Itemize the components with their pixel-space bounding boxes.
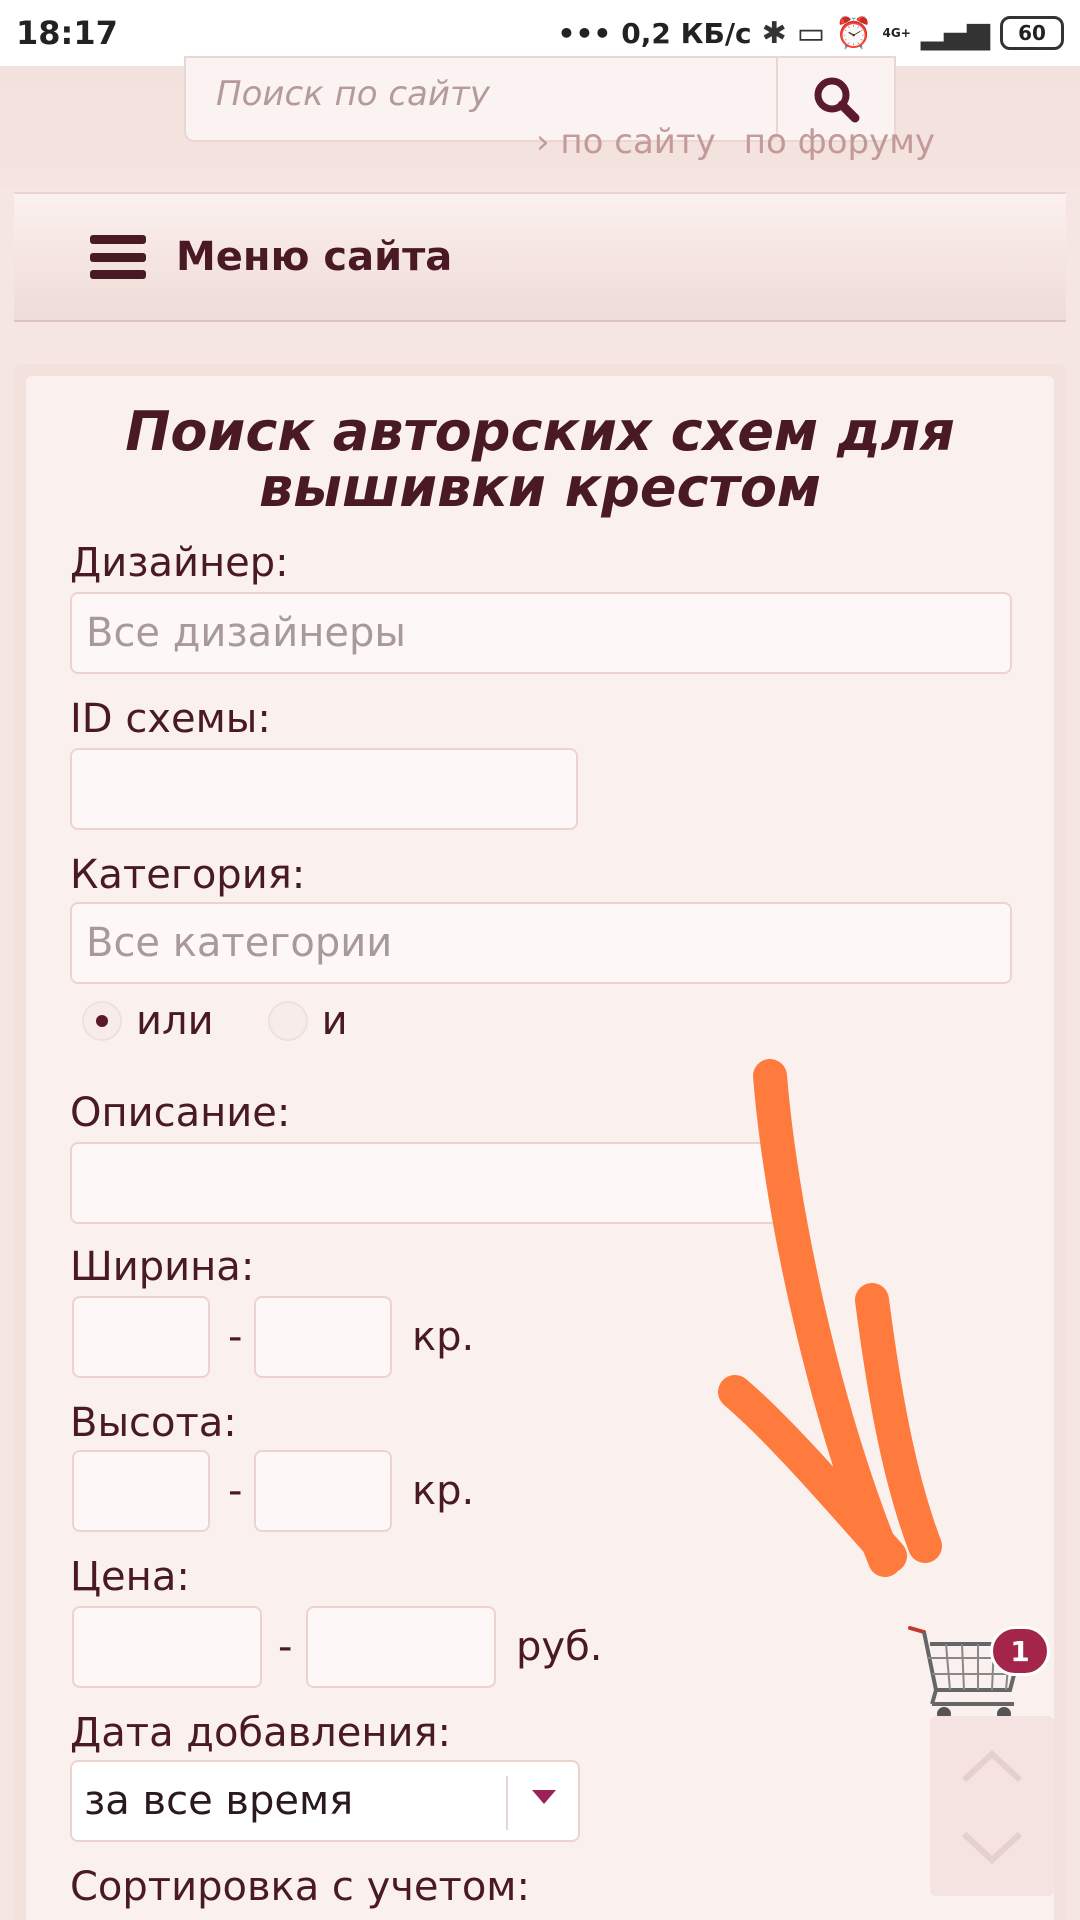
width-label: Ширина: <box>70 1244 255 1290</box>
menu-label: Меню сайта <box>176 234 453 280</box>
sort-label: Сортировка с учетом: <box>70 1864 530 1910</box>
more-dots-icon: ••• <box>557 16 612 50</box>
network-type: 4G+ <box>882 26 911 40</box>
price-label: Цена: <box>70 1554 190 1600</box>
status-time: 18:17 <box>16 14 118 52</box>
height-unit: кр. <box>412 1468 475 1514</box>
scheme-id-input[interactable] <box>70 748 578 830</box>
cart-count-badge: 1 <box>990 1626 1050 1676</box>
net-speed: 0,2 КБ/с <box>621 16 752 50</box>
height-min-input[interactable] <box>72 1450 210 1532</box>
price-min-input[interactable] <box>72 1606 262 1688</box>
width-min-input[interactable] <box>72 1296 210 1378</box>
radio-and[interactable] <box>267 1001 308 1041</box>
search-icon <box>814 77 860 123</box>
scheme-id-label: ID схемы: <box>70 696 271 742</box>
battery-icon: 60 <box>1000 16 1064 50</box>
category-select[interactable]: Все категории <box>70 902 1012 984</box>
page-title: Поиск авторских схем для вышивки крестом <box>125 400 955 519</box>
price-dash: - <box>278 1624 293 1670</box>
category-mode: или и <box>82 998 348 1044</box>
width-max-input[interactable] <box>254 1296 392 1378</box>
height-label: Высота: <box>70 1400 237 1446</box>
date-added-label: Дата добавления: <box>70 1710 452 1756</box>
status-icons: ••• 0,2 КБ/с ✱ ▭ ⏰ 4G+ ▂▄▆ 60 <box>558 16 1064 51</box>
date-added-value: за все время <box>84 1778 354 1824</box>
description-input[interactable] <box>70 1142 786 1224</box>
date-added-select[interactable]: за все время <box>70 1760 580 1842</box>
search-scope: › по сайту по форуму <box>536 122 935 162</box>
height-max-input[interactable] <box>254 1450 392 1532</box>
signal-icon: ▂▄▆ <box>920 15 990 51</box>
scope-forum-link[interactable]: по форуму <box>744 122 935 162</box>
category-label: Категория: <box>70 852 306 898</box>
bluetooth-icon: ✱ <box>761 15 787 51</box>
width-dash: - <box>228 1314 243 1360</box>
designer-select[interactable]: Все дизайнеры <box>70 592 1012 674</box>
scroll-down-icon[interactable] <box>960 1828 1024 1868</box>
chevron-down-icon <box>532 1790 556 1804</box>
alarm-icon: ⏰ <box>835 15 873 51</box>
site-header: Поиск по сайту › по сайту по форуму <box>0 56 1080 186</box>
price-max-input[interactable] <box>306 1606 496 1688</box>
vibrate-icon: ▭ <box>796 15 826 51</box>
price-unit: руб. <box>516 1624 603 1670</box>
site-menu-toggle[interactable]: Меню сайта <box>14 192 1066 322</box>
description-label: Описание: <box>70 1090 291 1136</box>
height-dash: - <box>228 1468 243 1514</box>
designer-label: Дизайнер: <box>70 540 289 586</box>
hamburger-icon <box>90 235 146 279</box>
scroll-up-icon[interactable] <box>960 1746 1024 1786</box>
scope-site-link[interactable]: › по сайту <box>536 122 716 162</box>
width-unit: кр. <box>412 1314 475 1360</box>
radio-or[interactable] <box>82 1001 122 1041</box>
scroll-controls <box>930 1716 1054 1896</box>
radio-or-label: или <box>136 998 214 1044</box>
radio-and-label: и <box>321 998 348 1044</box>
